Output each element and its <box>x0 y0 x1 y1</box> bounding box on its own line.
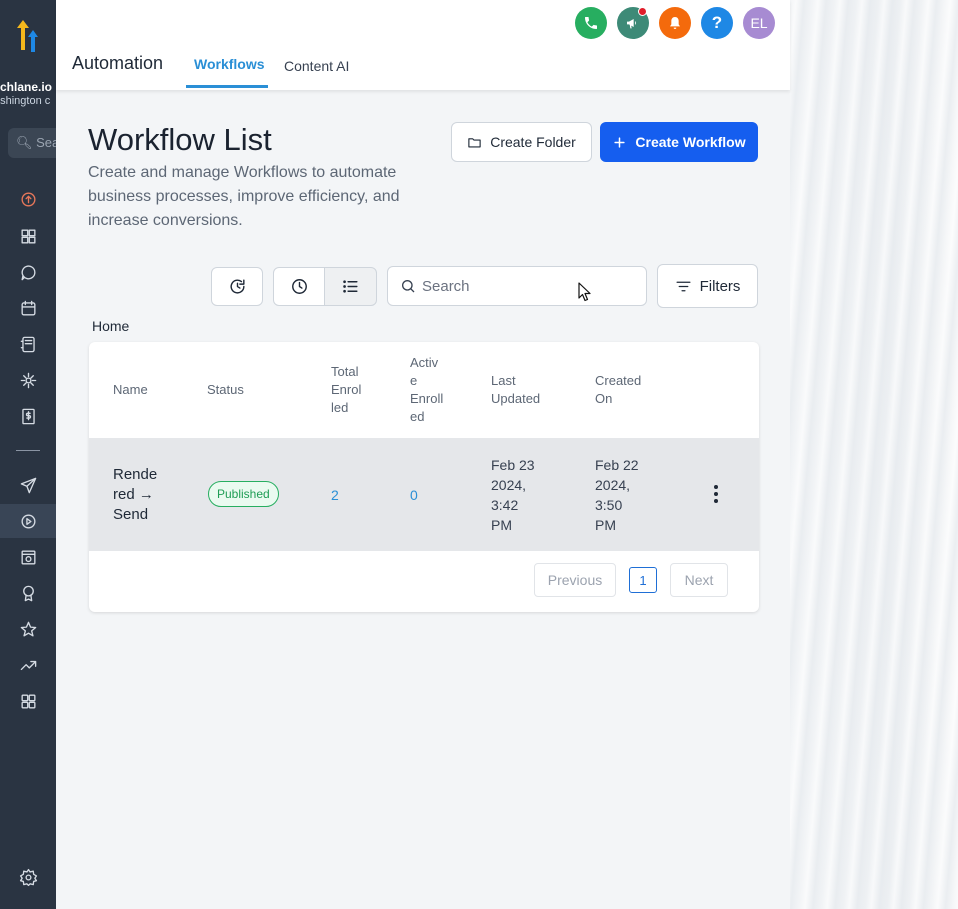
create-folder-button[interactable]: Create Folder <box>451 122 592 162</box>
search-field[interactable] <box>387 266 647 306</box>
search-icon: 🔍︎ <box>16 135 33 150</box>
megaphone-icon <box>627 19 636 29</box>
column-header-last-updated[interactable]: Last Updated <box>491 372 540 408</box>
avatar[interactable]: EL <box>743 7 775 39</box>
opportunities-icon <box>20 372 36 388</box>
page-number-button[interactable]: 1 <box>629 567 657 593</box>
sidebar-item-settings[interactable] <box>0 860 56 894</box>
contacts-icon <box>20 336 35 352</box>
column-header-created-on[interactable]: Created On <box>595 372 641 408</box>
sidebar-item-opportunities[interactable] <box>0 363 56 397</box>
sidebar-divider <box>16 450 40 451</box>
bell-icon <box>670 17 680 29</box>
sidebar-search[interactable]: 🔍︎ Sea <box>8 128 56 158</box>
sidebar-item-reporting[interactable] <box>0 648 56 682</box>
sidebar-item-payments[interactable] <box>0 399 56 433</box>
column-header-total-enrolled[interactable]: Total Enrol led <box>331 363 361 417</box>
page-title: Workflow List <box>88 122 272 157</box>
page-description: Create and manage Workflows to automate … <box>88 164 400 229</box>
table-row[interactable]: Rende red → Send Published 2 0 Feb 23 20… <box>89 438 759 551</box>
create-folder-label: Create Folder <box>490 134 576 150</box>
sidebar: tchlane.io ashington c 🔍︎ Sea <box>0 0 56 909</box>
column-header-name[interactable]: Name <box>113 381 148 399</box>
sidebar-search-placeholder: Sea <box>36 135 56 150</box>
total-enrolled-count[interactable]: 2 <box>331 485 339 505</box>
app-marketplace-icon <box>20 693 36 709</box>
filters-label: Filters <box>699 277 741 295</box>
workflow-name[interactable]: Rende red → Send <box>113 465 157 525</box>
sidebar-item-calendar[interactable] <box>0 291 56 325</box>
tab-workflows[interactable]: Workflows <box>194 56 265 72</box>
sites-icon <box>20 549 36 565</box>
filter-icon <box>676 281 691 291</box>
clock-icon <box>291 279 307 294</box>
active-enrolled-count[interactable]: 0 <box>410 485 418 505</box>
breadcrumb[interactable]: Home <box>92 318 129 334</box>
payments-icon <box>21 408 35 424</box>
account-location: ashington c <box>0 95 51 107</box>
sidebar-item-conversations[interactable] <box>0 255 56 289</box>
settings-icon <box>19 868 37 886</box>
sidebar-item-sites[interactable] <box>0 540 56 574</box>
row-actions-menu-icon[interactable] <box>709 483 723 505</box>
help-button[interactable]: ? <box>701 7 733 39</box>
announcements-button[interactable] <box>617 7 649 39</box>
reporting-icon <box>20 660 36 670</box>
launchpad-icon <box>20 191 36 207</box>
account-name[interactable]: tchlane.io <box>0 80 52 94</box>
last-updated-value: Feb 23 2024, 3:42 PM <box>491 457 535 533</box>
create-workflow-label: Create Workflow <box>635 134 746 150</box>
recent-view-button[interactable] <box>273 267 325 306</box>
background-texture <box>790 0 958 909</box>
sidebar-item-marketing[interactable] <box>0 468 56 502</box>
create-workflow-button[interactable]: Create Workflow <box>600 122 758 162</box>
module-title: Automation <box>72 53 164 73</box>
search-input[interactable] <box>422 277 622 295</box>
folder-icon <box>468 137 481 147</box>
top-header: Automation Workflows Content AI ? EL <box>56 0 790 90</box>
notifications-button[interactable] <box>659 7 691 39</box>
sidebar-item-automation[interactable] <box>0 504 56 538</box>
list-icon <box>343 280 358 293</box>
column-header-status[interactable]: Status <box>207 381 244 399</box>
status-badge: Published <box>208 481 279 507</box>
calendar-icon <box>20 300 36 316</box>
previous-page-button[interactable]: Previous <box>534 563 616 597</box>
created-on-value: Feb 22 2024, 3:50 PM <box>595 457 639 533</box>
conversations-icon <box>20 264 36 280</box>
history-refresh-icon <box>229 279 245 294</box>
sidebar-item-contacts[interactable] <box>0 327 56 361</box>
memberships-icon <box>22 585 34 601</box>
sidebar-item-dashboard[interactable] <box>0 219 56 253</box>
active-tab-indicator <box>186 85 268 88</box>
plus-icon <box>614 136 626 148</box>
marketing-icon <box>20 477 36 493</box>
filters-button[interactable]: Filters <box>657 264 758 308</box>
search-icon <box>402 280 415 293</box>
mouse-cursor-icon <box>578 282 591 302</box>
automation-icon <box>20 513 36 529</box>
reputation-icon <box>20 621 36 637</box>
sidebar-item-launchpad[interactable] <box>0 182 56 216</box>
next-page-button[interactable]: Next <box>670 563 728 597</box>
tab-content-ai[interactable]: Content AI <box>284 58 349 74</box>
list-view-button[interactable] <box>324 267 377 306</box>
dashboard-icon <box>20 228 36 244</box>
history-button[interactable] <box>211 267 263 306</box>
sidebar-item-app-marketplace[interactable] <box>0 684 56 718</box>
phone-button[interactable] <box>575 7 607 39</box>
phone-icon <box>585 17 597 29</box>
column-header-active-enrolled[interactable]: Activ e Enroll ed <box>410 354 443 426</box>
workflow-table: Name Status Total Enrol led Activ e Enro… <box>89 342 759 612</box>
sidebar-item-reputation[interactable] <box>0 612 56 646</box>
app-logo-icon[interactable] <box>14 16 42 56</box>
sidebar-item-memberships[interactable] <box>0 576 56 610</box>
notification-dot <box>638 7 647 16</box>
